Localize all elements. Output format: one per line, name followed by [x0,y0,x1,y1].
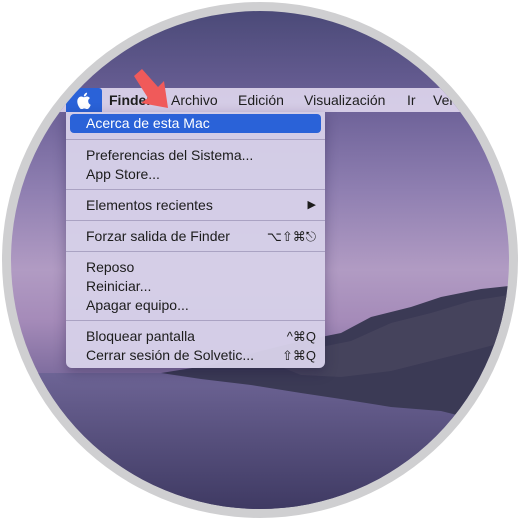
menu-item-apagar-equipo[interactable]: Apagar equipo... [66,296,325,315]
shortcut-force-quit: ⌥⇧⌘⎋ [266,229,316,244]
apple-logo-icon [77,92,91,109]
menu-edicion[interactable]: Edición [238,88,284,112]
submenu-arrow-icon: ▶ [307,199,316,211]
menu-separator [66,220,325,221]
menu-item-cerrar-sesion[interactable]: Cerrar sesión de Solvetic... ⇧⌘Q [66,346,325,365]
pointer-arrow-icon [134,69,168,108]
menu-item-label: Apagar equipo... [86,297,189,313]
menu-bar: Finder Archivo Edición Visualización Ir … [11,88,509,112]
menu-separator [66,320,325,321]
shortcut-lock-screen: ^⌘Q [286,329,316,344]
menu-item-label: Bloquear pantalla [86,328,195,344]
menu-item-label: Elementos recientes [86,197,213,213]
menu-ventana[interactable]: Ven [433,88,457,112]
menu-separator [66,189,325,190]
menu-item-label: Acerca de esta Mac [86,115,210,131]
menu-visualizacion[interactable]: Visualización [304,88,385,112]
menu-item-label: Reposo [86,259,135,275]
menu-item-acerca-de-esta-mac[interactable]: Acerca de esta Mac [70,114,321,133]
apple-menu-button[interactable] [66,88,102,112]
menu-item-reposo[interactable]: Reposo [66,258,325,277]
menu-item-preferencias[interactable]: Preferencias del Sistema... [66,146,325,165]
menu-item-label: Reiniciar... [86,278,152,294]
menu-item-label: App Store... [86,166,160,182]
apple-dropdown-menu: Acerca de esta Mac Preferencias del Sist… [66,112,325,368]
menu-item-label: Cerrar sesión de Solvetic... [86,347,255,363]
menu-ir[interactable]: Ir [407,88,416,112]
menu-item-elementos-recientes[interactable]: Elementos recientes ▶ [66,196,325,215]
menu-separator [66,251,325,252]
menu-item-bloquear-pantalla[interactable]: Bloquear pantalla ^⌘Q [66,327,325,346]
menu-item-reiniciar[interactable]: Reiniciar... [66,277,325,296]
menu-item-app-store[interactable]: App Store... [66,165,325,184]
menu-item-forzar-salida[interactable]: Forzar salida de Finder ⌥⇧⌘⎋ [66,227,325,246]
shortcut-log-out: ⇧⌘Q [281,348,316,363]
menu-item-label: Forzar salida de Finder [86,228,230,244]
menu-archivo[interactable]: Archivo [171,88,218,112]
menu-item-label: Preferencias del Sistema... [86,147,254,163]
screenshot-circle: Finder Archivo Edición Visualización Ir … [11,11,509,509]
menu-separator [66,139,325,140]
